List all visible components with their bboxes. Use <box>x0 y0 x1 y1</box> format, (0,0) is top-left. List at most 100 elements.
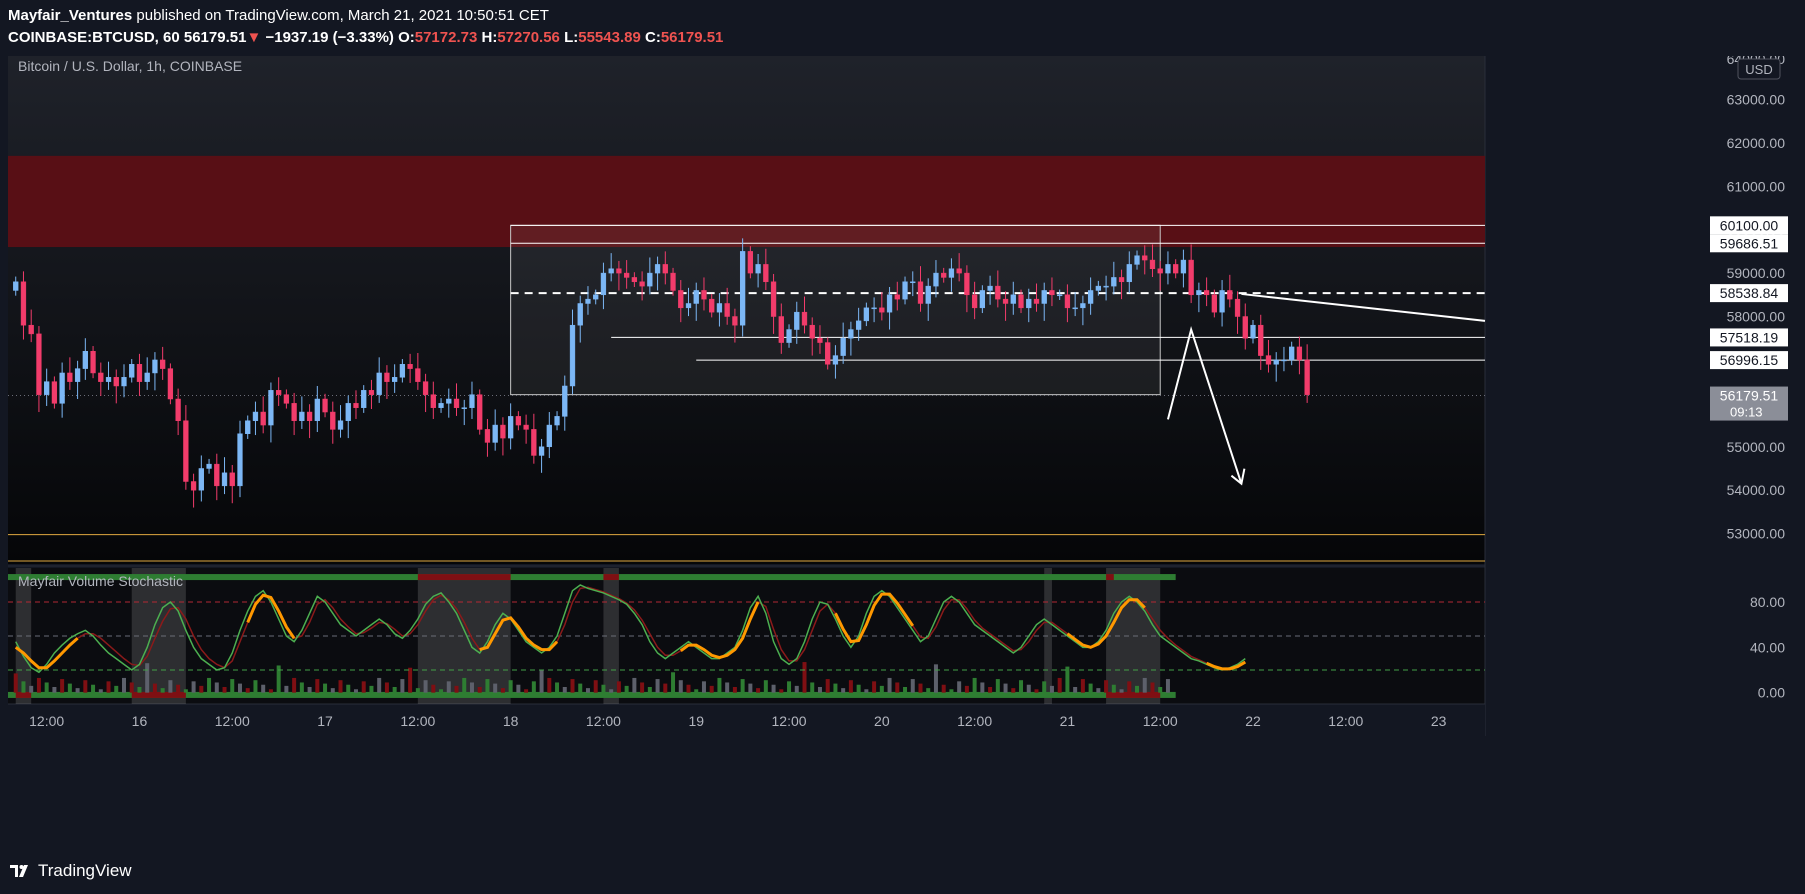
volume-bar <box>152 683 157 693</box>
oscillator-tick-label: 40.00 <box>1750 639 1785 655</box>
regime-bar-bear <box>131 691 186 698</box>
volume-bar <box>763 680 768 693</box>
candle-body <box>167 368 174 400</box>
volume-bar <box>1049 685 1054 693</box>
time-tick-label: 19 <box>688 713 704 729</box>
candle-body <box>1258 324 1264 356</box>
candle-body <box>639 281 645 287</box>
volume-bar <box>848 680 853 693</box>
candle-body <box>67 372 73 382</box>
candle-body <box>662 264 668 274</box>
volume-bar <box>176 684 181 693</box>
candle-body <box>283 394 290 404</box>
level-price-text: 58538.84 <box>1720 285 1779 301</box>
volume-bar <box>13 673 18 693</box>
symbol-label[interactable]: COINBASE:BTCUSD, 60 <box>8 29 180 46</box>
price-tick-label: 54000.00 <box>1727 482 1786 498</box>
candle-body <box>964 272 970 296</box>
volume-bar <box>183 689 188 693</box>
volume-bar <box>477 687 482 693</box>
candle-body <box>422 381 429 395</box>
candle-body <box>894 294 900 300</box>
candle-body <box>825 342 831 365</box>
author-name[interactable]: Mayfair_Ventures <box>8 7 132 24</box>
time-tick-label: 12:00 <box>957 713 992 729</box>
candle-body <box>330 411 336 430</box>
published-text: published on TradingView.com, March 21, … <box>136 7 549 24</box>
volume-bar <box>933 664 938 693</box>
candle-body <box>1126 264 1132 283</box>
down-arrow-icon: ▼ <box>246 29 262 46</box>
candle-body <box>214 463 220 487</box>
candle-body <box>1087 290 1094 304</box>
volume-bar <box>585 688 590 693</box>
candle-body <box>113 377 119 387</box>
volume-bar <box>98 689 103 693</box>
volume-bar <box>423 680 428 693</box>
volume-bar <box>207 677 212 693</box>
volume-bar <box>346 684 351 693</box>
volume-bar <box>1080 679 1085 693</box>
candle-body <box>206 463 212 469</box>
volume-bar <box>237 683 242 693</box>
currency-badge-label: USD <box>1745 62 1772 77</box>
candle-body <box>51 381 58 404</box>
volume-bar <box>400 679 405 693</box>
last-price-text: 56179.51 <box>1720 388 1779 404</box>
level-price-text: 56996.15 <box>1720 352 1779 368</box>
volume-bar <box>663 683 668 693</box>
volume-bar <box>168 680 173 693</box>
volume-bar <box>647 687 652 693</box>
candle-body <box>183 420 189 482</box>
candle-body <box>763 264 769 283</box>
level-price-text: 60100.00 <box>1720 217 1779 233</box>
candle-body <box>786 329 792 343</box>
volume-bar <box>75 688 80 693</box>
chart-canvas[interactable]: Bitcoin / U.S. Dollar, 1h, COINBASE 53000… <box>0 56 1805 848</box>
candle-body <box>554 416 560 426</box>
candle-body <box>13 281 19 291</box>
candle-body <box>747 251 754 274</box>
volume-bar <box>1104 680 1109 693</box>
oscillator-tick-label: 0.00 <box>1758 685 1785 701</box>
volume-bar <box>83 680 88 693</box>
candle-body <box>1010 294 1016 304</box>
volume-bar <box>253 680 258 693</box>
volume-bar <box>616 681 621 693</box>
volume-bar <box>856 684 861 693</box>
volume-bar <box>500 688 505 693</box>
candle-body <box>1203 290 1210 296</box>
volume-bar <box>539 670 544 693</box>
volume-bar <box>1088 683 1093 693</box>
candle-body <box>647 272 653 287</box>
chart-title: Bitcoin / U.S. Dollar, 1h, COINBASE <box>18 58 242 74</box>
candle-body <box>1304 359 1310 395</box>
candle-body <box>376 372 382 395</box>
high-label: H: <box>481 29 498 46</box>
candle-body <box>368 390 375 395</box>
level-price-label: 56996.15 <box>1710 351 1788 370</box>
candle-body <box>144 372 150 382</box>
candle-body <box>925 285 931 304</box>
volume-bar <box>570 679 575 693</box>
candle-body <box>484 429 491 443</box>
candle-body <box>1227 290 1233 300</box>
volume-bar <box>245 688 250 693</box>
candle-body <box>353 403 359 408</box>
tradingview-brand: TradingView <box>38 861 132 880</box>
candle-body <box>848 329 854 339</box>
candle-body <box>840 337 846 356</box>
volume-bar <box>199 685 204 693</box>
volume-bar <box>36 677 41 693</box>
tradingview-logo[interactable]: TradingView <box>10 861 132 881</box>
level-price-text: 59686.51 <box>1720 235 1779 251</box>
candle-body <box>801 311 808 326</box>
candle-body <box>569 324 576 387</box>
candle-body <box>291 403 297 421</box>
volume-bar <box>547 677 552 693</box>
candle-body <box>678 290 684 309</box>
candle-body <box>879 307 885 313</box>
volume-bar <box>1111 684 1116 693</box>
candle-body <box>74 368 81 382</box>
candle-body <box>701 290 707 300</box>
